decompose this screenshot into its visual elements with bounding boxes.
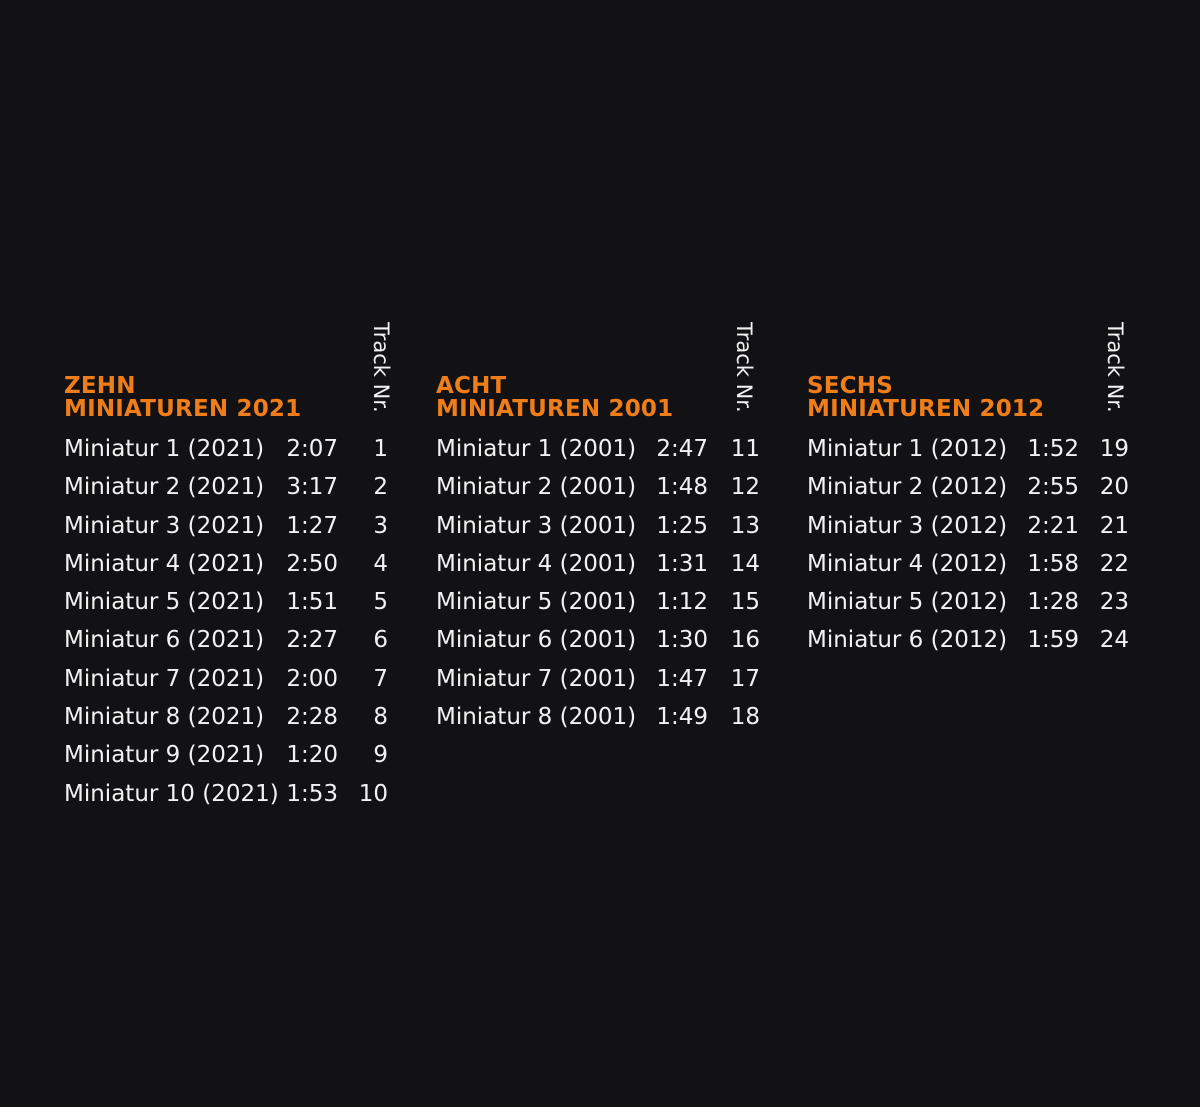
track-title: Miniatur 7 (2001) [436,665,637,692]
track-duration: 2:27 [286,627,338,654]
section-title: SECHS MINIATUREN 2012 [807,375,1044,421]
track-duration: 1:20 [286,742,338,769]
section-title-line1: SECHS [807,373,893,399]
track-duration: 2:55 [1027,474,1079,501]
track-duration: 1:30 [656,627,708,654]
track-title: Miniatur 2 (2021) [64,474,265,501]
track-duration: 1:59 [1027,627,1079,654]
track-number: 15 [730,589,760,616]
track-number-header: Track Nr. [1103,322,1127,413]
track-title: Miniatur 4 (2001) [436,550,637,577]
track-number: 9 [373,742,388,769]
section-title-line2: MINIATUREN 2021 [64,396,302,422]
track-title: Miniatur 1 (2001) [436,436,637,462]
track-duration: 1:53 [286,780,338,807]
track-number: 8 [373,704,388,731]
track-number: 14 [730,550,760,577]
track-number: 13 [730,512,760,539]
track-number: 2 [373,474,388,501]
section-title-line2: MINIATUREN 2012 [807,396,1045,422]
track-duration: 2:47 [656,436,708,462]
track-duration: 2:50 [286,550,338,577]
track-duration: 2:28 [286,704,338,731]
track-duration: 2:00 [286,665,338,692]
track-title: Miniatur 5 (2021) [64,589,265,616]
track-title: Miniatur 9 (2021) [64,742,265,769]
track-number: 22 [1099,550,1129,577]
track-number: 11 [730,436,760,462]
track-number: 19 [1099,436,1129,462]
track-title: Miniatur 6 (2001) [436,627,637,654]
track-number: 4 [373,550,388,577]
track-title: Miniatur 4 (2012) [807,550,1008,577]
track-duration: 1:58 [1027,550,1079,577]
track-duration: 1:48 [656,474,708,501]
track-title: Miniatur 2 (2012) [807,474,1008,501]
track-duration: 1:52 [1027,436,1079,462]
section-title-line1: ACHT [436,373,507,399]
track-title: Miniatur 6 (2021) [64,627,265,654]
track-title: Miniatur 10 (2021) [64,780,279,807]
section-title: ZEHN MINIATUREN 2021 [64,375,301,421]
section-title-line1: ZEHN [64,373,136,399]
track-number: 6 [373,627,388,654]
track-title: Miniatur 6 (2012) [807,627,1008,654]
track-title: Miniatur 3 (2012) [807,512,1008,539]
track-duration: 1:31 [656,550,708,577]
track-number: 23 [1099,589,1129,616]
track-duration: 1:47 [656,665,708,692]
track-duration: 1:28 [1027,589,1079,616]
track-number: 20 [1099,474,1129,501]
track-title: Miniatur 5 (2001) [436,589,637,616]
track-number: 1 [373,436,388,462]
track-title: Miniatur 2 (2001) [436,474,637,501]
track-title: Miniatur 8 (2021) [64,704,265,731]
track-title: Miniatur 8 (2001) [436,704,637,731]
track-duration: 1:12 [656,589,708,616]
track-duration: 1:49 [656,704,708,731]
track-number: 21 [1099,512,1129,539]
track-title: Miniatur 1 (2021) [64,436,265,462]
track-duration: 2:21 [1027,512,1079,539]
section-title-line2: MINIATUREN 2001 [436,396,674,422]
track-number: 7 [373,665,388,692]
track-title: Miniatur 4 (2021) [64,550,265,577]
track-title: Miniatur 3 (2001) [436,512,637,539]
track-number-header: Track Nr. [369,322,393,413]
track-title: Miniatur 1 (2012) [807,436,1008,462]
track-duration: 1:51 [286,589,338,616]
track-duration: 3:17 [286,474,338,501]
track-duration: 2:07 [286,436,338,462]
track-number: 16 [730,627,760,654]
section-title: ACHT MINIATUREN 2001 [436,375,673,421]
track-number: 18 [730,704,760,731]
track-title: Miniatur 3 (2021) [64,512,265,539]
track-number: 12 [730,474,760,501]
track-number: 17 [730,665,760,692]
track-number: 5 [373,589,388,616]
track-number: 10 [358,780,388,807]
track-title: Miniatur 7 (2021) [64,665,265,692]
track-number: 24 [1099,627,1129,654]
track-number: 3 [373,512,388,539]
track-title: Miniatur 5 (2012) [807,589,1008,616]
track-duration: 1:27 [286,512,338,539]
track-duration: 1:25 [656,512,708,539]
track-number-header: Track Nr. [732,322,756,413]
